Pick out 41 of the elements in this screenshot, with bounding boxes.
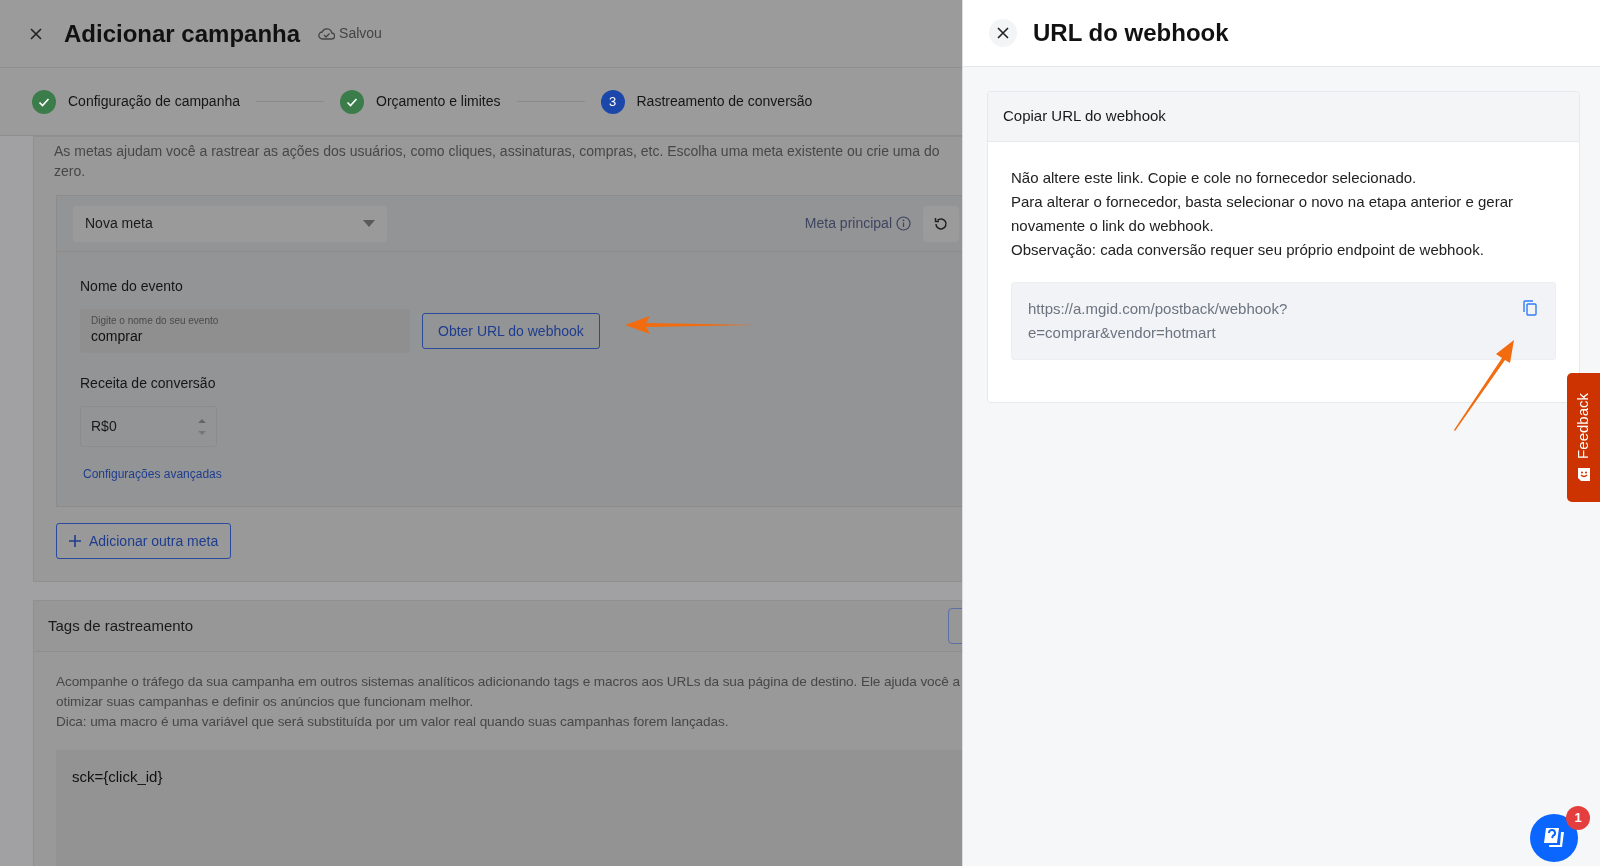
webhook-url-button[interactable]: Obter URL do webhook [422, 313, 600, 349]
drawer-title: URL do webhook [1033, 18, 1229, 48]
step-item[interactable]: 3 Rastreamento de conversão [600, 89, 813, 114]
step-label: Orçamento e limites [376, 92, 501, 111]
close-icon [996, 26, 1010, 40]
smiley-icon [1575, 466, 1592, 482]
page-title: Adicionar campanha [64, 18, 301, 49]
instruction-text: Para alterar o fornecedor, basta selecionar o novo na etapa anterior e gerar novamente o link do webhook. [1011, 192, 1514, 236]
refresh-icon [933, 215, 949, 232]
goals-description: As metas ajudam você a rastrear as ações dos usuários, como cliques, assinaturas, compras, etc. Escolha uma meta existente ou crie uma do zero. [53, 142, 941, 181]
webhook-url: https://a.mgid.com/postback/webhook? e=comprar&vendor=hotmart [1028, 299, 1288, 343]
tags-description: Dica: uma macro é uma variável que será substituída por um valor real quando suas campanhas forem lançadas. [55, 713, 730, 731]
add-goal-button[interactable]: Adicionar outra meta [56, 523, 232, 559]
caret-icon [363, 220, 375, 227]
section-title: Tags de rastreamento [48, 615, 194, 636]
instruction-text: Não altere este link. Copie e cole no fornecedor selecionado. [1011, 168, 1418, 188]
main-goal-label: Meta principal [804, 214, 892, 233]
advanced-settings-link[interactable]: Configurações avançadas [83, 465, 222, 483]
step-item[interactable]: Orçamento e limites [340, 89, 501, 114]
field-label: Nome do evento [80, 277, 184, 296]
info-icon [896, 216, 911, 231]
goal-select[interactable]: Nova meta [73, 205, 387, 242]
card-title: Copiar URL do webhook [988, 92, 1579, 142]
revenue-field[interactable]: R$0 [80, 406, 217, 447]
plus-icon [69, 535, 81, 547]
step-label: Rastreamento de conversão [636, 92, 813, 111]
field-label: Receita de conversão [80, 374, 217, 393]
tags-description: Acompanhe o tráfego da sua campanha em outros sistemas analíticos adicionando tags e macros aos URLs da sua página de destino. Ele ajuda você a otimizar suas campanhas e definir os anúncios que funcionam melhor. [55, 673, 961, 711]
instruction-text: Observação: cada conversão requer seu próprio endpoint de webhook. [1011, 240, 1485, 260]
feedback-tab[interactable]: Feedback [1567, 373, 1600, 502]
save-status: Salvou [339, 24, 382, 43]
cloud-check-icon [318, 27, 336, 40]
close-icon [29, 26, 43, 41]
step-number: 3 [600, 89, 625, 114]
copy-button[interactable] [1521, 297, 1539, 317]
tag-input[interactable]: sck={click_id} [56, 750, 962, 866]
refresh-button[interactable] [923, 205, 959, 242]
step-label: Configuração de campanha [68, 92, 240, 111]
event-name-field[interactable]: Digite o nome do seu evento comprar [80, 309, 410, 353]
step-item[interactable]: Configuração de campanha [32, 89, 240, 114]
close-button[interactable] [989, 19, 1017, 47]
